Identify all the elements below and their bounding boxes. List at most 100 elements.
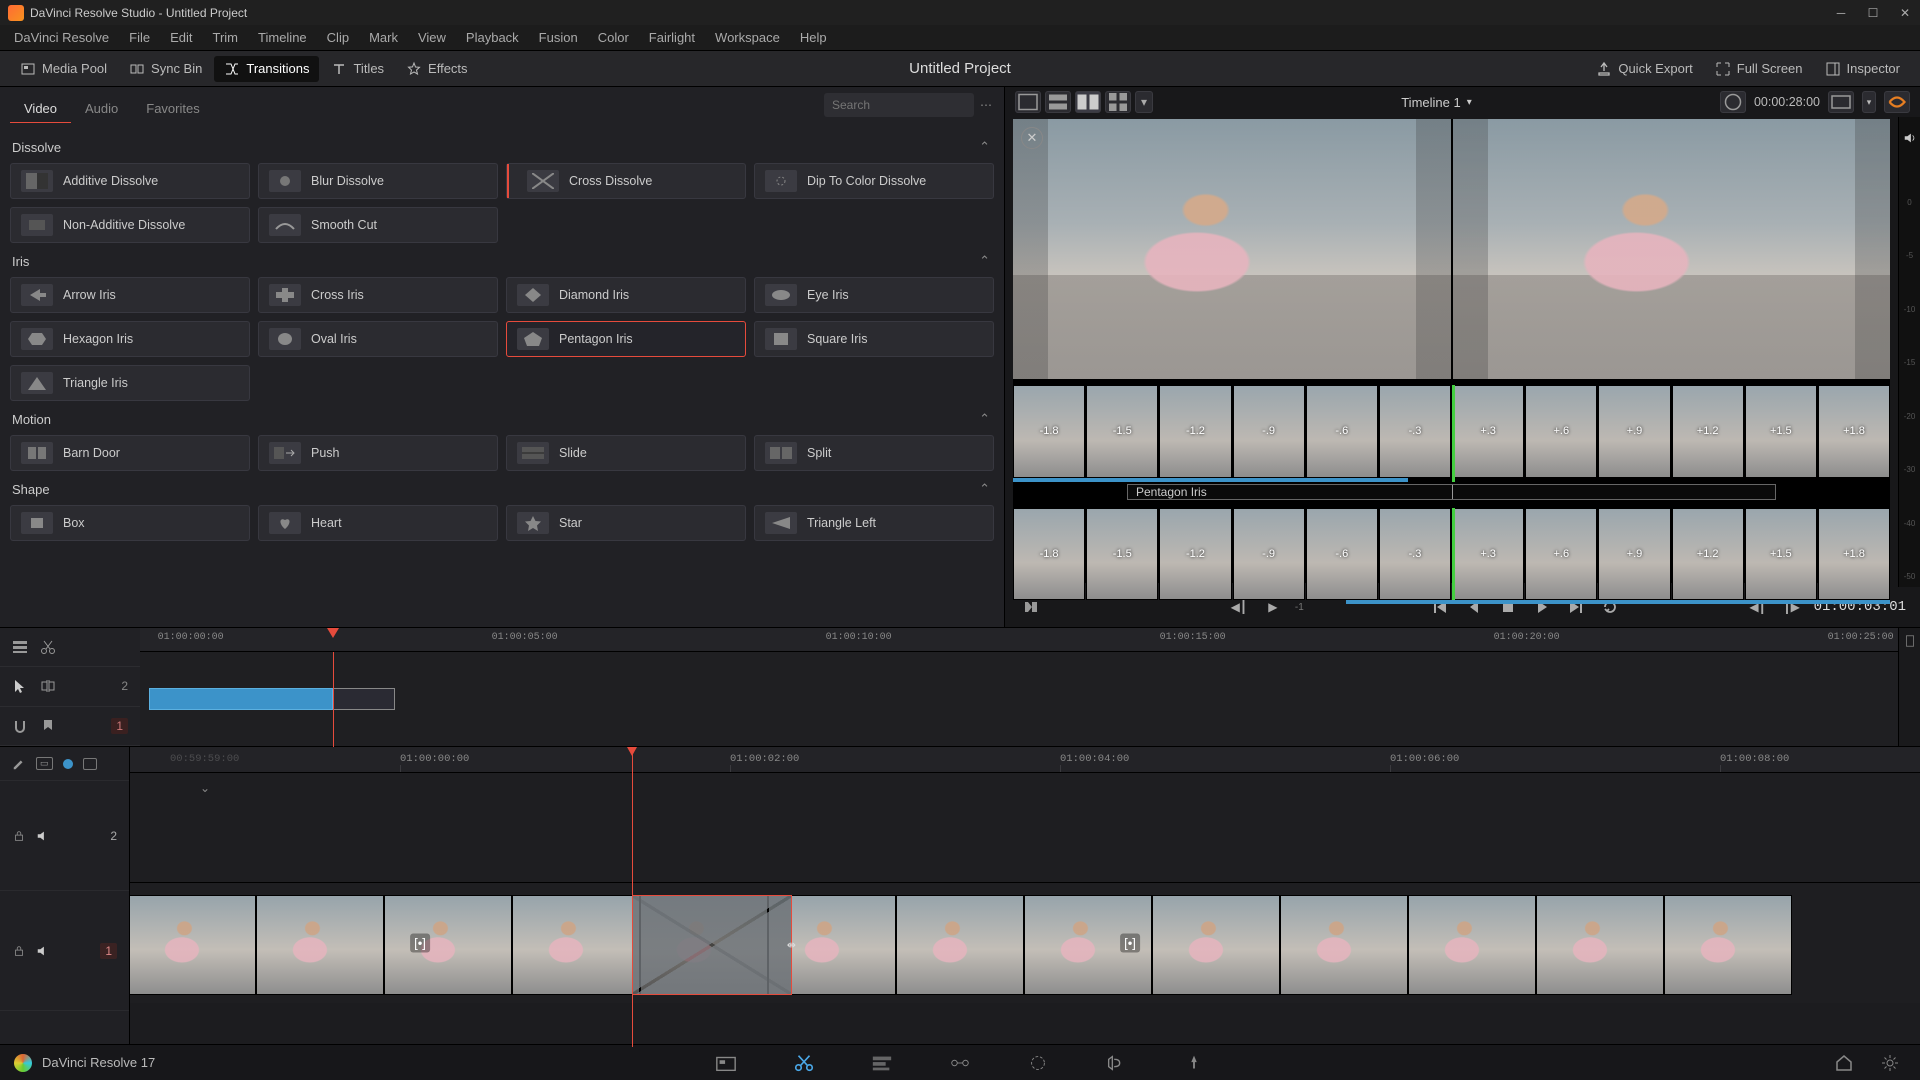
search-input[interactable]	[824, 93, 974, 117]
transition-blur-dissolve[interactable]: Blur Dissolve	[258, 163, 498, 199]
cut-tool-icon[interactable]	[40, 639, 56, 655]
bypass-fx-icon[interactable]	[1884, 91, 1910, 113]
transition-diamond-iris[interactable]: Diamond Iris	[506, 277, 746, 313]
fusion-page-icon[interactable]	[946, 1051, 974, 1075]
filmstrip-outgoing[interactable]: -1.8-1.5-1.2-.9-.6-.3+.3+.6+.9+1.2+1.5+1…	[1013, 385, 1890, 478]
window-close[interactable]: ✕	[1898, 6, 1912, 20]
filmstrip-thumb[interactable]: +.6	[1525, 508, 1597, 601]
menu-timeline[interactable]: Timeline	[250, 28, 315, 47]
transition-push[interactable]: Push	[258, 435, 498, 471]
transitions-button[interactable]: Transitions	[214, 56, 319, 82]
edit-point-line[interactable]	[1452, 385, 1455, 482]
color-tag[interactable]	[63, 759, 73, 769]
menu-file[interactable]: File	[121, 28, 158, 47]
transition-hexagon-iris[interactable]: Hexagon Iris	[10, 321, 250, 357]
menu-color[interactable]: Color	[590, 28, 637, 47]
view-toggle[interactable]	[83, 758, 97, 770]
filmstrip-thumb[interactable]: -1.8	[1013, 385, 1085, 478]
view-mode-trim[interactable]	[1075, 91, 1101, 113]
transition-triangle-left[interactable]: Triangle Left	[754, 505, 994, 541]
transition-barn-door[interactable]: Barn Door	[10, 435, 250, 471]
filmstrip-thumb[interactable]: +1.2	[1672, 508, 1744, 601]
view-mode-strip[interactable]	[1045, 91, 1071, 113]
effects-button[interactable]: Effects	[396, 56, 478, 82]
transition-square-iris[interactable]: Square Iris	[754, 321, 994, 357]
mini-clip-2[interactable]	[333, 688, 1889, 710]
cut-page-icon[interactable]	[790, 1051, 818, 1075]
transition-trim-handle[interactable]: ⇼	[787, 939, 794, 952]
view-mode-single[interactable]	[1015, 91, 1041, 113]
lower-timeline-body[interactable]: 00:59:59:00 01:00:00:0001:00:02:0001:00:…	[130, 747, 1920, 1047]
collapse-icon[interactable]: ⌃	[979, 481, 990, 497]
clip-marker-b[interactable]: [•]	[1120, 934, 1140, 953]
filmstrip-thumb[interactable]: +1.5	[1745, 508, 1817, 601]
sync-bin-button[interactable]: Sync Bin	[119, 56, 212, 82]
view-mode-dropdown[interactable]: ▾	[1135, 91, 1153, 113]
full-screen-button[interactable]: Full Screen	[1705, 56, 1813, 82]
filmstrip-thumb[interactable]: +.9	[1598, 385, 1670, 478]
transitions-list[interactable]: Dissolve⌃Additive DissolveBlur DissolveC…	[0, 123, 1004, 627]
clip-thumb[interactable]	[1152, 895, 1280, 995]
filmstrip-thumb[interactable]: -.6	[1306, 508, 1378, 601]
tc-dropdown[interactable]: ▾	[1862, 91, 1876, 113]
menu-fusion[interactable]: Fusion	[531, 28, 586, 47]
transition-split[interactable]: Split	[754, 435, 994, 471]
menu-view[interactable]: View	[410, 28, 454, 47]
filmstrip-thumb[interactable]: -1.2	[1159, 508, 1231, 601]
menu-playback[interactable]: Playback	[458, 28, 527, 47]
tc-options[interactable]	[1828, 91, 1854, 113]
deliver-page-icon[interactable]	[1180, 1051, 1208, 1075]
big-playhead[interactable]	[632, 747, 633, 1047]
clip-thumb[interactable]	[896, 895, 1024, 995]
lock-icon-2[interactable]	[12, 944, 26, 958]
clip-thumb[interactable]	[1408, 895, 1536, 995]
sync-lock-icon[interactable]: ▭	[36, 757, 53, 770]
search-options-icon[interactable]: ⋯	[980, 98, 994, 112]
trim-tool-icon[interactable]	[40, 678, 56, 694]
clip-thumb[interactable]	[1280, 895, 1408, 995]
transition-heart[interactable]: Heart	[258, 505, 498, 541]
safe-area-icon[interactable]	[1720, 91, 1746, 113]
close-trim-view[interactable]: ✕	[1021, 127, 1043, 149]
window-maximize[interactable]: ☐	[1866, 6, 1880, 20]
menu-fairlight[interactable]: Fairlight	[641, 28, 703, 47]
transition-additive-dissolve[interactable]: Additive Dissolve	[10, 163, 250, 199]
menu-trim[interactable]: Trim	[205, 28, 247, 47]
timeline-dropdown-icon[interactable]: ▾	[1467, 97, 1472, 108]
marker-icon[interactable]	[40, 718, 56, 734]
filmstrip-thumb[interactable]: -1.5	[1086, 508, 1158, 601]
transition-arrow-iris[interactable]: Arrow Iris	[10, 277, 250, 313]
clip-thumb[interactable]	[1664, 895, 1792, 995]
menu-edit[interactable]: Edit	[162, 28, 200, 47]
snap-icon[interactable]	[12, 718, 28, 734]
collapse-icon[interactable]: ⌃	[979, 253, 990, 269]
mini-playhead[interactable]	[327, 628, 339, 638]
filmstrip-thumb[interactable]: +.9	[1598, 508, 1670, 601]
media-pool-button[interactable]: Media Pool	[10, 56, 117, 82]
mute-icon[interactable]	[36, 829, 50, 843]
window-minimize[interactable]: ─	[1834, 6, 1848, 20]
menu-mark[interactable]: Mark	[361, 28, 406, 47]
filmstrip-incoming[interactable]: -1.8-1.5-1.2-.9-.6-.3+.3+.6+.9+1.2+1.5+1…	[1013, 508, 1890, 601]
transition-dip-to-color-dissolve[interactable]: Dip To Color Dissolve	[754, 163, 994, 199]
transition-pentagon-iris[interactable]: Pentagon Iris	[506, 321, 746, 357]
collapse-chevron-icon[interactable]: ⌄	[200, 781, 210, 795]
edit-index-icon[interactable]	[12, 757, 26, 771]
inspector-button[interactable]: Inspector	[1815, 56, 1910, 82]
collapse-icon[interactable]: ⌃	[979, 411, 990, 427]
clip-thumb[interactable]	[256, 895, 384, 995]
filmstrip-thumb[interactable]: -1.2	[1159, 385, 1231, 478]
transition-box[interactable]: Box	[10, 505, 250, 541]
filmstrip-thumb[interactable]: +1.8	[1818, 508, 1890, 601]
media-page-icon[interactable]	[712, 1051, 740, 1075]
lock-icon[interactable]	[12, 829, 26, 843]
settings-gear-icon[interactable]	[1876, 1051, 1904, 1075]
transition-cross-dissolve[interactable]: Cross Dissolve	[506, 163, 746, 199]
filmstrip-thumb[interactable]: -.9	[1233, 385, 1305, 478]
transition-non-additive-dissolve[interactable]: Non-Additive Dissolve	[10, 207, 250, 243]
transition-on-timeline[interactable]: ⇼	[632, 895, 792, 995]
filmstrip-thumb[interactable]: -1.8	[1013, 508, 1085, 601]
home-icon[interactable]	[1830, 1051, 1858, 1075]
clip-thumb[interactable]	[130, 895, 256, 995]
menu-davinci-resolve[interactable]: DaVinci Resolve	[6, 28, 117, 47]
